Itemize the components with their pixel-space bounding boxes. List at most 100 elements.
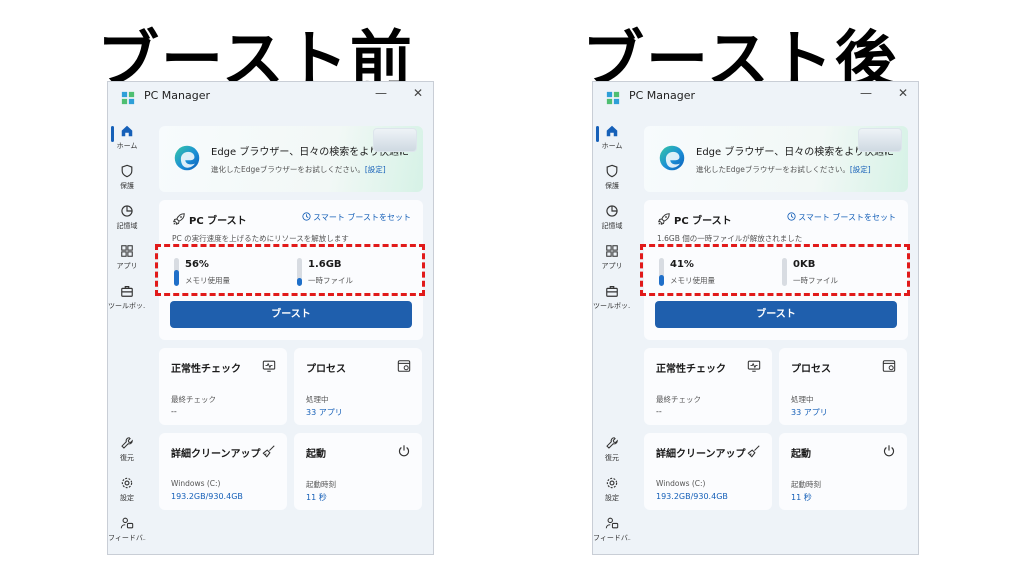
process-window-icon[interactable] [882,358,896,372]
smart-boost-button[interactable]: スマート ブーストをセット [787,212,896,223]
edge-logo-icon [658,144,686,172]
tile-subtitle: 起動時刻 [791,480,821,489]
monitor-check-icon[interactable] [747,358,761,372]
broom-icon[interactable] [262,443,276,458]
sidebar-item-label: 復元 [120,454,134,462]
tile-title: 起動 [306,449,326,460]
smart-boost-icon [302,212,313,222]
tile-subtitle: 処理中 [306,395,329,404]
gear-icon [108,476,146,490]
tile-process-window[interactable]: プロセス 処理中 33 アプリ [294,348,422,425]
boost-description: PC の実行速度を上げるためにリソースを解放します [172,234,349,243]
tile-title: 正常性チェック [171,364,241,375]
shield-icon [593,164,631,178]
sidebar-item-label: 設定 [605,494,619,502]
tile-process-window[interactable]: プロセス 処理中 33 アプリ [779,348,907,425]
feedback-icon [108,516,146,530]
smart-boost-label: スマート ブーストをセット [798,213,896,222]
banner-settings-link[interactable]: [設定] [365,165,386,174]
tile-broom[interactable]: 詳細クリーンアップ Windows (C:) 193.2GB/930.4GB [159,433,287,510]
tile-title: 詳細クリーンアップ [171,449,261,460]
sidebar-item-6[interactable]: 設定 [593,476,631,503]
sidebar-item-label: 記憶域 [601,222,623,230]
banner-illustration [373,128,417,152]
edge-promo-banner[interactable]: Edge ブラウザー、日々の検索をより快適に 進化したEdgeブラウザーをお試し… [644,126,908,192]
tile-value: -- [656,407,662,416]
sidebar-item-label: フィードバ... [108,534,146,542]
tile-subtitle: Windows (C:) [656,479,706,488]
power-icon[interactable] [397,443,411,457]
tile-title: 正常性チェック [656,364,726,375]
tile-value[interactable]: 33 アプリ [306,407,343,418]
banner-illustration [858,128,902,152]
edge-promo-banner[interactable]: Edge ブラウザー、日々の検索をより快適に 進化したEdgeブラウザーをお試し… [159,126,423,192]
sidebar-item-2[interactable]: 記憶域 [108,204,146,231]
monitor-check-icon[interactable] [262,358,276,372]
process-window-icon[interactable] [397,358,411,372]
gear-icon [593,476,631,490]
apps-icon [593,244,631,258]
tile-monitor-check[interactable]: 正常性チェック 最終チェック -- [644,348,772,425]
toolbox-icon [108,284,146,298]
close-button[interactable]: ✕ [898,86,908,100]
tile-subtitle: 処理中 [791,395,814,404]
app-title: PC Manager [629,89,696,102]
smart-boost-label: スマート ブーストをセット [313,213,411,222]
title-bar: PC Manager — ✕ [108,82,433,112]
sidebar-item-1[interactable]: 保護 [593,164,631,191]
banner-subtitle: 進化したEdgeブラウザーをお試しください。[設定] [696,164,871,175]
tile-power[interactable]: 起動 起動時刻 11 秒 [779,433,907,510]
boost-button[interactable]: ブースト [655,301,897,328]
app-title: PC Manager [144,89,211,102]
sidebar-item-label: ホーム [116,142,138,150]
smart-boost-button[interactable]: スマート ブーストをセット [302,212,411,223]
sidebar-item-4[interactable]: ツールボッ... [108,284,146,311]
wrench-icon [108,436,146,450]
boost-description: 1.6GB 個の一時ファイルが解放されました [657,234,803,243]
sidebar-item-0[interactable]: ホーム [108,124,146,151]
pc-manager-logo-icon [606,90,620,105]
sidebar-item-label: 保護 [120,182,134,190]
pc-manager-logo-icon [121,90,135,105]
sidebar-item-label: 設定 [120,494,134,502]
sidebar-item-4[interactable]: ツールボッ... [593,284,631,311]
highlight-box [155,244,425,296]
sidebar-item-7[interactable]: フィードバ... [593,516,631,543]
banner-settings-link[interactable]: [設定] [850,165,871,174]
sidebar-item-3[interactable]: アプリ [593,244,631,271]
tile-value[interactable]: 11 秒 [791,492,812,503]
banner-subtitle: 進化したEdgeブラウザーをお試しください。[設定] [211,164,386,175]
sidebar-item-label: アプリ [601,262,623,270]
minimize-button[interactable]: — [375,86,387,100]
tile-power[interactable]: 起動 起動時刻 11 秒 [294,433,422,510]
highlight-box [640,244,910,296]
sidebar-item-3[interactable]: アプリ [108,244,146,271]
tile-subtitle: 最終チェック [171,395,216,404]
tile-value[interactable]: 193.2GB/930.4GB [171,492,243,501]
tile-title: 起動 [791,449,811,460]
power-icon[interactable] [882,443,896,457]
sidebar-item-5[interactable]: 復元 [108,436,146,463]
tile-value[interactable]: 33 アプリ [791,407,828,418]
edge-logo-icon [173,144,201,172]
tile-monitor-check[interactable]: 正常性チェック 最終チェック -- [159,348,287,425]
close-button[interactable]: ✕ [413,86,423,100]
pc-manager-window: PC Manager — ✕ ホーム 保護 記憶域 アプリ ツールボッ... 復… [592,81,919,555]
boost-button[interactable]: ブースト [170,301,412,328]
broom-icon[interactable] [747,443,761,458]
apps-icon [108,244,146,258]
tile-title: プロセス [306,364,346,375]
sidebar-item-label: 保護 [605,182,619,190]
minimize-button[interactable]: — [860,86,872,100]
tile-broom[interactable]: 詳細クリーンアップ Windows (C:) 193.2GB/930.4GB [644,433,772,510]
sidebar-item-5[interactable]: 復元 [593,436,631,463]
shield-icon [108,164,146,178]
tile-value[interactable]: 193.2GB/930.4GB [656,492,728,501]
sidebar-item-1[interactable]: 保護 [108,164,146,191]
sidebar-item-label: フィードバ... [593,534,631,542]
sidebar-item-6[interactable]: 設定 [108,476,146,503]
sidebar-item-7[interactable]: フィードバ... [108,516,146,543]
sidebar-item-0[interactable]: ホーム [593,124,631,151]
sidebar-item-2[interactable]: 記憶域 [593,204,631,231]
tile-value[interactable]: 11 秒 [306,492,327,503]
